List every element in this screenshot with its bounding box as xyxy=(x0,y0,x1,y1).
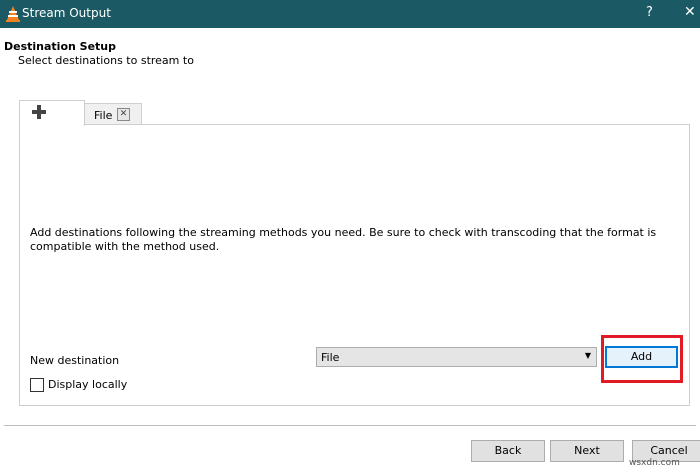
display-locally-label: Display locally xyxy=(48,378,128,391)
window-title: Stream Output xyxy=(22,6,111,20)
destination-dropdown-value: File xyxy=(321,351,340,364)
next-button[interactable]: Next xyxy=(550,440,624,462)
highlight-annotation xyxy=(601,335,683,383)
title-bar: Stream Output ? ✕ xyxy=(0,0,700,28)
destination-dropdown[interactable]: File ▼ xyxy=(316,347,597,367)
tab-close-icon[interactable]: ✕ xyxy=(117,108,130,121)
tab-file-label: File xyxy=(94,109,113,122)
back-button[interactable]: Back xyxy=(471,440,545,462)
description-text: Add destinations following the streaming… xyxy=(30,226,657,253)
page-subtitle: Select destinations to stream to xyxy=(18,54,194,67)
tab-add-destination[interactable] xyxy=(19,100,85,126)
page-title: Destination Setup xyxy=(4,40,117,53)
display-locally-checkbox[interactable] xyxy=(30,378,44,392)
watermark: wsxdn.com xyxy=(629,458,680,468)
footer-divider xyxy=(4,425,696,426)
plus-icon xyxy=(32,105,46,119)
destination-panel: Add destinations following the streaming… xyxy=(19,124,690,406)
help-button[interactable]: ? xyxy=(646,5,653,20)
chevron-down-icon: ▼ xyxy=(584,351,591,360)
new-destination-label: New destination xyxy=(30,354,120,367)
close-button[interactable]: ✕ xyxy=(684,4,696,20)
vlc-cone-icon xyxy=(4,5,22,23)
